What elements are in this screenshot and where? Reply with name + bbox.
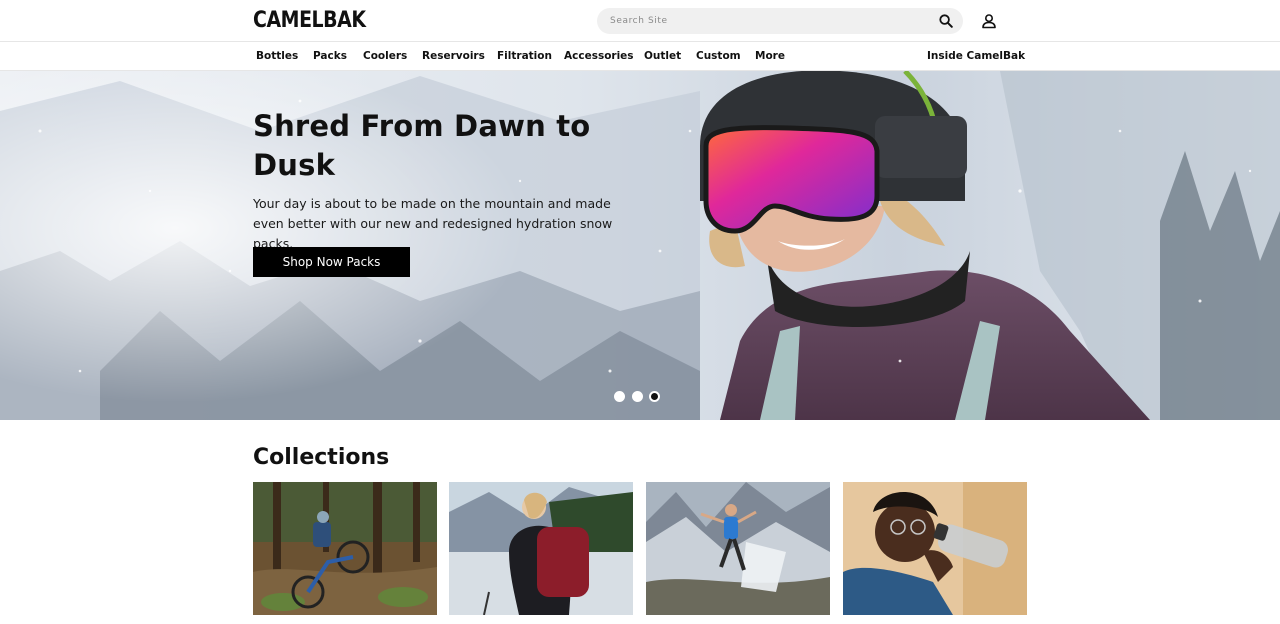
hero-banner: Shred From Dawn to Dusk Your day is abou… <box>0 71 1280 420</box>
search-icon[interactable] <box>933 8 959 34</box>
shop-now-packs-button[interactable]: Shop Now Packs <box>253 247 410 277</box>
collection-card-runner[interactable] <box>646 482 830 615</box>
nav-item-outlet[interactable]: Outlet <box>644 42 681 70</box>
mountain-biker-image <box>253 482 437 615</box>
nav-link-inside-camelbak[interactable]: Inside CamelBak <box>927 42 1025 70</box>
carousel-dot-3[interactable] <box>649 391 660 402</box>
collection-card-hiker[interactable] <box>449 482 633 615</box>
hero-description: Your day is about to be made on the moun… <box>253 196 613 251</box>
carousel-dot-1[interactable] <box>614 391 625 402</box>
camelbak-logo[interactable]: CAMELBAK <box>253 7 366 35</box>
nav-item-packs[interactable]: Packs <box>313 42 347 70</box>
trail-runner-image <box>646 482 830 615</box>
main-nav: Bottles Packs Coolers Reservoirs Filtrat… <box>0 42 1280 71</box>
nav-item-custom[interactable]: Custom <box>696 42 741 70</box>
nav-item-bottles[interactable]: Bottles <box>256 42 298 70</box>
collection-card-biker[interactable] <box>253 482 437 615</box>
search-input[interactable] <box>597 8 933 34</box>
carousel-dot-2[interactable] <box>632 391 643 402</box>
site-header: CAMELBAK <box>0 0 1280 42</box>
nav-item-coolers[interactable]: Coolers <box>363 42 407 70</box>
collections-heading: Collections <box>253 445 390 470</box>
user-icon[interactable] <box>978 10 1000 32</box>
nav-item-filtration[interactable]: Filtration <box>497 42 552 70</box>
hero-title: Shred From Dawn to Dusk <box>253 109 591 182</box>
man-drinking-bottle-image <box>843 482 1027 615</box>
hero-image <box>0 71 1280 420</box>
nav-item-more[interactable]: More <box>755 42 785 70</box>
hiker-backpack-image <box>449 482 633 615</box>
nav-item-reservoirs[interactable]: Reservoirs <box>422 42 485 70</box>
collection-card-drinker[interactable] <box>843 482 1027 615</box>
search-bar <box>597 8 963 34</box>
nav-item-accessories[interactable]: Accessories <box>564 42 634 70</box>
